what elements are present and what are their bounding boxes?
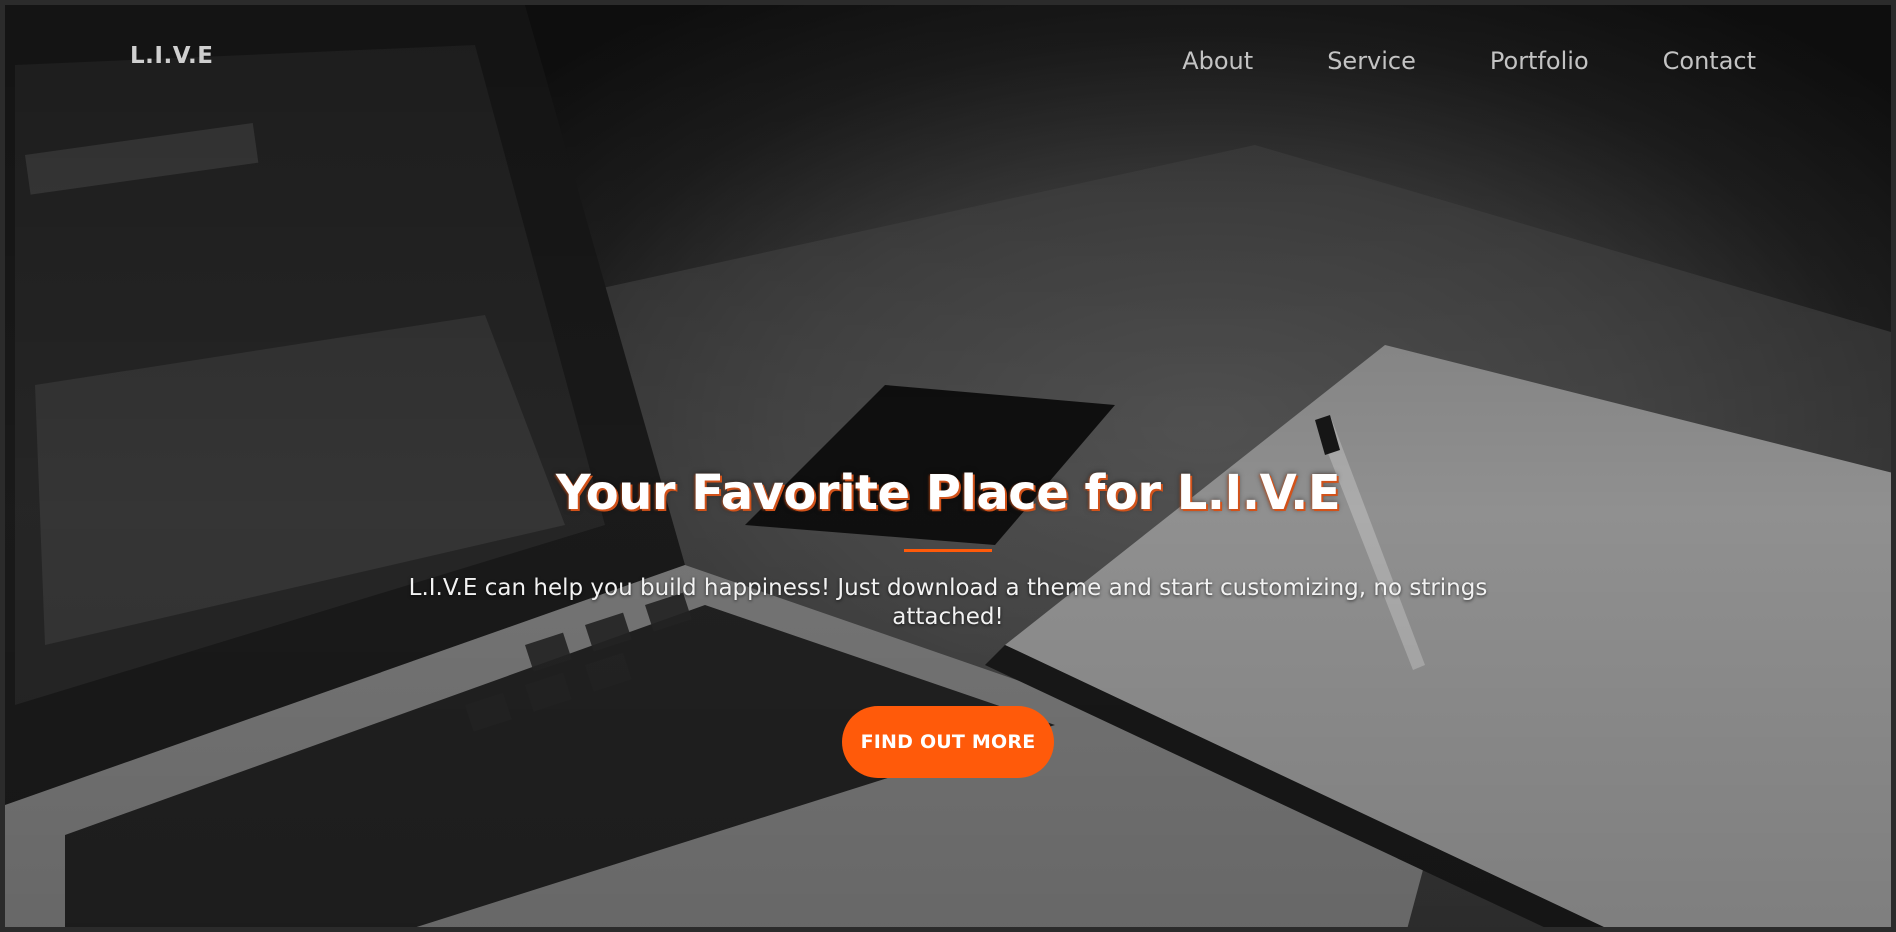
find-out-more-button[interactable]: FIND OUT MORE (842, 706, 1054, 778)
nav-link-portfolio[interactable]: Portfolio (1490, 47, 1589, 75)
hero-title: Your Favorite Place for L.I.V.E (555, 465, 1341, 521)
hero-subtitle: L.I.V.E can help you build happiness! Ju… (408, 575, 1488, 630)
nav-link-about[interactable]: About (1182, 47, 1253, 75)
brand-logo-link[interactable]: L.I.V.E (130, 43, 213, 69)
top-navbar: L.I.V.E About Service Portfolio Contact (5, 5, 1891, 115)
nav-link-service[interactable]: Service (1327, 47, 1416, 75)
hero-divider (904, 549, 992, 552)
hero-section: Your Favorite Place for L.I.V.E L.I.V.E … (5, 465, 1891, 778)
nav-menu: About Service Portfolio Contact (1182, 47, 1756, 75)
page-frame: L.I.V.E About Service Portfolio Contact … (0, 0, 1896, 932)
nav-link-contact[interactable]: Contact (1663, 47, 1756, 75)
